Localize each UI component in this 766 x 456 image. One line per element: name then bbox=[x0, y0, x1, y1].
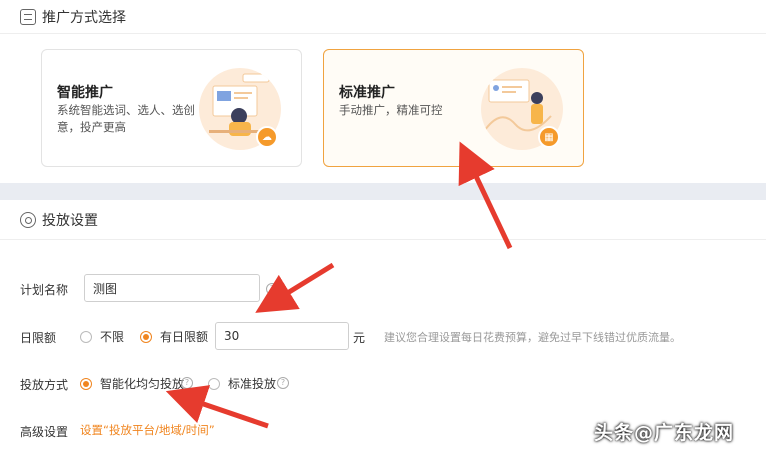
radio-dot bbox=[80, 377, 92, 390]
card-standard-promotion[interactable]: 标准推广 手动推广，精准可控 ▦ bbox=[323, 49, 584, 167]
switch-icon bbox=[20, 8, 36, 25]
card-desc: 手动推广，精准可控 bbox=[339, 103, 443, 117]
daily-limit-hint: 建议您合理设置每日花费预算，避免过早下线错过优质流量。 bbox=[384, 331, 681, 344]
card-smart-promotion[interactable]: 智能推广 系统智能选词、选人、选创意，投产更高 ☁ bbox=[41, 49, 302, 167]
radio-label: 智能化均匀投放 bbox=[100, 377, 185, 391]
section-title-promotion: 推广方式选择 bbox=[42, 9, 126, 26]
section-title-delivery: 投放设置 bbox=[42, 212, 98, 229]
daily-limit-label: 日限额 bbox=[20, 331, 57, 345]
advanced-label: 高级设置 bbox=[20, 425, 69, 439]
radio-dot bbox=[208, 377, 220, 390]
help-icon[interactable]: ? bbox=[181, 377, 193, 389]
watermark: 头条@广东龙网 bbox=[594, 422, 735, 444]
radio-limited[interactable]: 有日限额 bbox=[140, 328, 208, 345]
radio-label: 不限 bbox=[100, 330, 125, 344]
plan-name-label: 计划名称 bbox=[20, 283, 69, 297]
currency-unit: 元 bbox=[353, 331, 366, 345]
radio-smart-delivery[interactable]: 智能化均匀投放 bbox=[80, 375, 184, 392]
chart-badge-icon: ▦ bbox=[538, 126, 560, 148]
delivery-label: 投放方式 bbox=[20, 378, 69, 392]
gear-icon bbox=[20, 211, 36, 228]
radio-label: 标准投放 bbox=[228, 377, 277, 391]
card-desc: 系统智能选词、选人、选创意，投产更高 bbox=[57, 103, 195, 134]
daily-limit-input[interactable] bbox=[215, 322, 349, 350]
help-icon[interactable]: ? bbox=[266, 283, 278, 295]
radio-dot bbox=[140, 330, 152, 343]
arrow-to-plan-name bbox=[255, 262, 335, 313]
radio-label: 有日限额 bbox=[160, 330, 209, 344]
radio-unlimited[interactable]: 不限 bbox=[80, 328, 124, 345]
plan-name-input[interactable] bbox=[84, 274, 260, 302]
help-icon[interactable]: ? bbox=[277, 377, 289, 389]
section-header-promotion: 推广方式选择 bbox=[0, 0, 766, 34]
radio-dot bbox=[80, 330, 92, 343]
section-header-delivery: 投放设置 bbox=[0, 200, 766, 240]
card-title: 智能推广 bbox=[57, 85, 113, 101]
card-title: 标准推广 bbox=[339, 85, 395, 101]
section-divider bbox=[0, 183, 766, 200]
advanced-settings-link[interactable]: 设置“投放平台/地域/时间” bbox=[80, 422, 215, 438]
radio-standard-delivery[interactable]: 标准投放 bbox=[208, 375, 276, 392]
cloud-badge-icon: ☁ bbox=[256, 126, 278, 148]
